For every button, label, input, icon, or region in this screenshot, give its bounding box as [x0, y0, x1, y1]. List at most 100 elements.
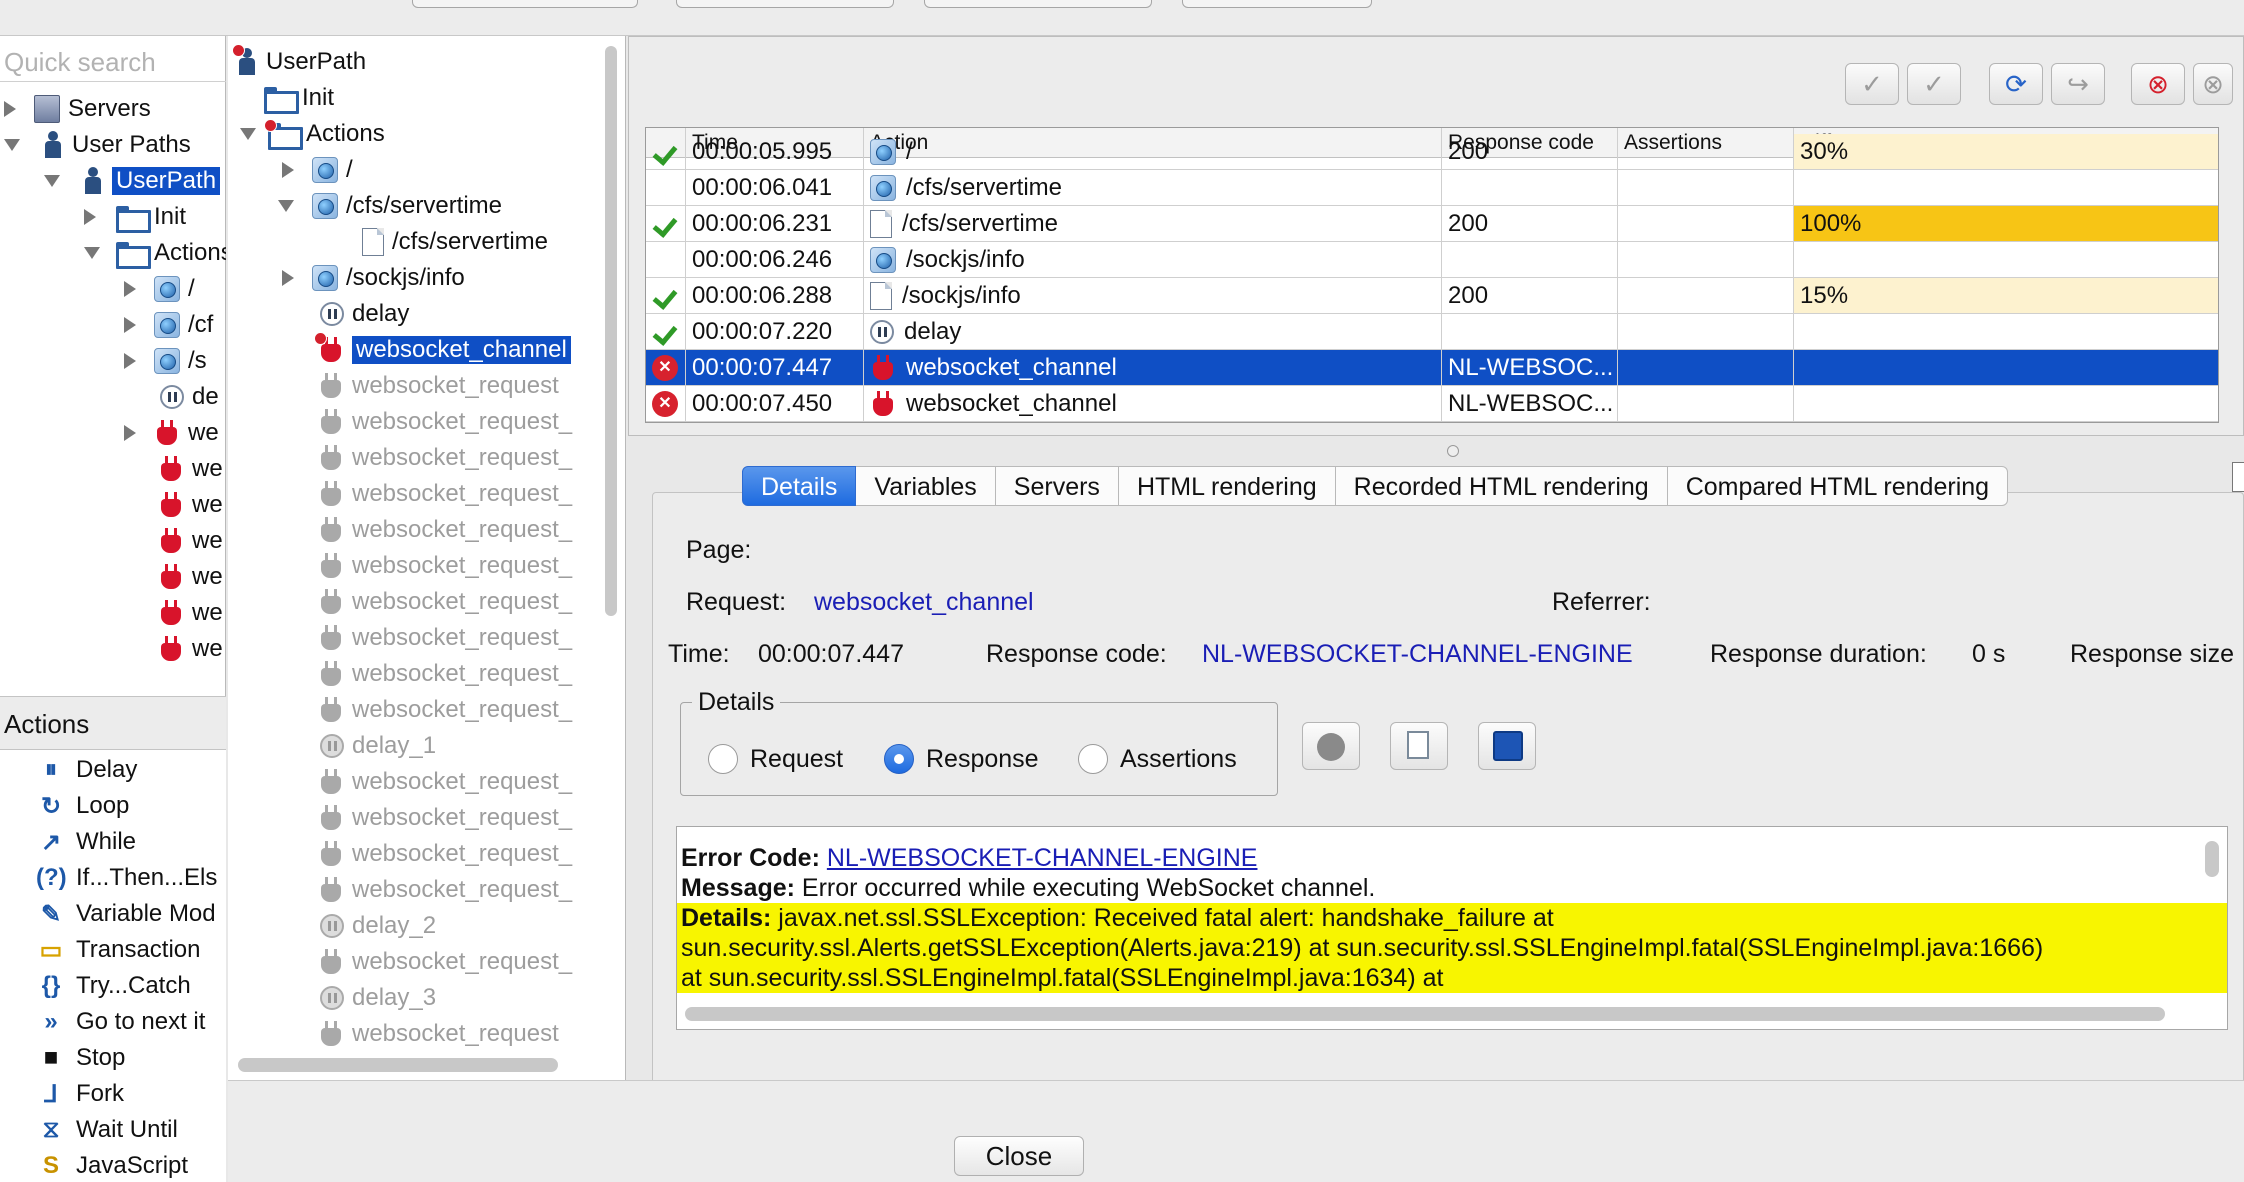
tab-html-rendering[interactable]: HTML rendering — [1118, 466, 1336, 506]
tree-item-websocket[interactable]: we — [158, 487, 223, 523]
action-wait-until[interactable]: ⧖ Wait Until — [36, 1112, 178, 1148]
redo-icon[interactable]: ↪ — [2051, 63, 2105, 105]
collapse-arrow-icon[interactable] — [44, 175, 60, 187]
top-control-2[interactable] — [676, 0, 894, 8]
refresh-icon[interactable]: ⟳ — [1989, 63, 2043, 105]
check-tree-item-websocket-request[interactable]: websocket_request_ — [318, 548, 572, 584]
check-tree-item-websocket-request[interactable]: websocket_request_ — [318, 404, 572, 440]
check-tree-item-websocket-request[interactable]: websocket_request_ — [318, 764, 572, 800]
expand-arrow-icon[interactable] — [124, 425, 136, 441]
response-vertical-scrollbar[interactable] — [2205, 841, 2219, 877]
response-code-link[interactable]: NL-WEBSOCKET-CHANNEL-ENGINE — [1202, 640, 1633, 669]
radio-assertions[interactable]: Assertions — [1078, 744, 1237, 774]
check-tree-item-page[interactable]: /cfs/servertime — [278, 188, 502, 224]
radio-button[interactable] — [708, 744, 738, 774]
copy-button[interactable] — [1390, 722, 1448, 770]
check-tree-item-page[interactable]: /sockjs/info — [282, 260, 465, 296]
check-tree-item-websocket-request[interactable]: websocket_request_ — [318, 512, 572, 548]
validate-next-icon[interactable]: ✓ — [1907, 63, 1961, 105]
check-tree-item-websocket-request[interactable]: websocket_request_ — [318, 836, 572, 872]
tab-details[interactable]: Details — [742, 466, 857, 506]
tree-item-userpath[interactable]: UserPath — [44, 163, 221, 199]
action-delay[interactable]: ⏸ Delay — [36, 752, 137, 788]
check-tree-item-actions[interactable]: Actions — [240, 116, 385, 152]
tree-item-init[interactable]: Init — [84, 199, 186, 235]
check-tree-item-websocket-request[interactable]: websocket_request_ — [318, 476, 572, 512]
close-button[interactable]: Close — [954, 1136, 1084, 1176]
record-button[interactable] — [1302, 722, 1360, 770]
validate-icon[interactable]: ✓ — [1845, 63, 1899, 105]
tree-item-websocket[interactable]: we — [158, 523, 223, 559]
expand-arrow-icon[interactable] — [124, 317, 136, 333]
check-tree-item-websocket-request[interactable]: websocket_request_ — [318, 584, 572, 620]
expand-arrow-icon[interactable] — [124, 353, 136, 369]
action-while[interactable]: ↗ While — [36, 824, 136, 860]
radio-response[interactable]: Response — [884, 744, 1039, 774]
check-tree-item-websocket-request[interactable]: websocket_request_ — [318, 944, 572, 980]
action-javascript[interactable]: S JavaScript — [36, 1148, 188, 1182]
tree-item-websocket[interactable]: we — [124, 415, 219, 451]
error-code-link[interactable]: NL-WEBSOCKET-CHANNEL-ENGINE — [827, 844, 1258, 872]
cancel-icon[interactable]: ⊗ — [2193, 63, 2233, 105]
radio-request[interactable]: Request — [708, 744, 843, 774]
request-link[interactable]: websocket_channel — [814, 588, 1034, 617]
top-control-3[interactable] — [924, 0, 1152, 8]
check-tree-item-websocket-request[interactable]: websocket_request_ — [318, 656, 572, 692]
tree-item-page[interactable]: /cf — [124, 307, 213, 343]
expand-arrow-icon[interactable] — [282, 270, 294, 286]
table-row[interactable]: 00:00:06.288 /sockjs/info 200 15% — [646, 278, 2218, 314]
check-tree-item-websocket-request[interactable]: websocket_request — [318, 368, 559, 404]
action-transaction[interactable]: ▭ Transaction — [36, 932, 201, 968]
tree-item-actions[interactable]: Actions — [84, 235, 226, 271]
save-button[interactable] — [1478, 722, 1536, 770]
expand-arrow-icon[interactable] — [282, 162, 294, 178]
check-tree-item-page[interactable]: / — [282, 152, 353, 188]
radio-button-selected[interactable] — [884, 744, 914, 774]
action-if-then-else[interactable]: (?) If...Then...Els — [36, 860, 217, 896]
tab-recorded-html-rendering[interactable]: Recorded HTML rendering — [1335, 466, 1668, 506]
table-row-selected[interactable]: ✕ 00:00:07.447 websocket_channel NL-WEBS… — [646, 350, 2218, 386]
action-go-to-next-iteration[interactable]: » Go to next it — [36, 1004, 205, 1040]
tree-item-page[interactable]: /s — [124, 343, 207, 379]
expand-arrow-icon[interactable] — [4, 101, 16, 117]
tree-item-websocket[interactable]: we — [158, 451, 223, 487]
stop-on-error-icon[interactable]: ⊗ — [2131, 63, 2185, 105]
check-tree-item-websocket-channel[interactable]: websocket_channel — [314, 332, 571, 368]
action-try-catch[interactable]: {} Try...Catch — [36, 968, 191, 1004]
table-row[interactable]: 00:00:06.246 /sockjs/info — [646, 242, 2218, 278]
tree-item-page[interactable]: / — [124, 271, 195, 307]
table-row[interactable]: 00:00:06.041 /cfs/servertime — [646, 170, 2218, 206]
table-row[interactable]: 00:00:06.231 /cfs/servertime 200 100% — [646, 206, 2218, 242]
check-tree-item-websocket-request[interactable]: websocket_request_ — [318, 440, 572, 476]
check-tree-item-delay[interactable]: delay_2 — [320, 908, 436, 944]
expand-arrow-icon[interactable] — [124, 281, 136, 297]
action-stop[interactable]: ■ Stop — [36, 1040, 126, 1076]
check-tree-item-websocket-request[interactable]: websocket_request — [318, 1016, 559, 1052]
check-tree-item-init[interactable]: Init — [264, 80, 334, 116]
table-row[interactable]: 00:00:07.220 delay — [646, 314, 2218, 350]
table-row[interactable]: ✕ 00:00:07.450 websocket_channel NL-WEBS… — [646, 386, 2218, 422]
tab-servers[interactable]: Servers — [995, 466, 1119, 506]
expand-arrow-icon[interactable] — [84, 209, 96, 225]
quick-search-input[interactable]: Quick search — [0, 42, 226, 82]
check-tree-item-delay[interactable]: delay — [320, 296, 409, 332]
side-panel-toggle[interactable] — [2232, 462, 2244, 492]
tree-item-websocket[interactable]: we — [158, 595, 223, 631]
tree-item-user-paths[interactable]: User Paths — [4, 127, 191, 163]
tab-variables[interactable]: Variables — [856, 466, 996, 506]
collapse-arrow-icon[interactable] — [4, 139, 20, 151]
check-tree-item-userpath[interactable]: UserPath — [232, 44, 366, 80]
check-tree-item-delay[interactable]: delay_3 — [320, 980, 436, 1016]
tree-vertical-scrollbar[interactable] — [605, 46, 617, 616]
action-fork[interactable]: ⅃ Fork — [36, 1076, 124, 1112]
check-tree-item-websocket-request[interactable]: websocket_request_ — [318, 800, 572, 836]
radio-button[interactable] — [1078, 744, 1108, 774]
tree-horizontal-scrollbar[interactable] — [238, 1058, 558, 1072]
tree-item-servers[interactable]: Servers — [4, 91, 151, 127]
splitter-handle[interactable] — [1447, 445, 1459, 457]
collapse-arrow-icon[interactable] — [84, 247, 100, 259]
collapse-arrow-icon[interactable] — [278, 200, 294, 212]
check-tree-item-websocket-request[interactable]: websocket_request_ — [318, 692, 572, 728]
tree-item-websocket[interactable]: we — [158, 631, 223, 667]
response-content[interactable]: Error Code: NL-WEBSOCKET-CHANNEL-ENGINE … — [676, 826, 2228, 1030]
